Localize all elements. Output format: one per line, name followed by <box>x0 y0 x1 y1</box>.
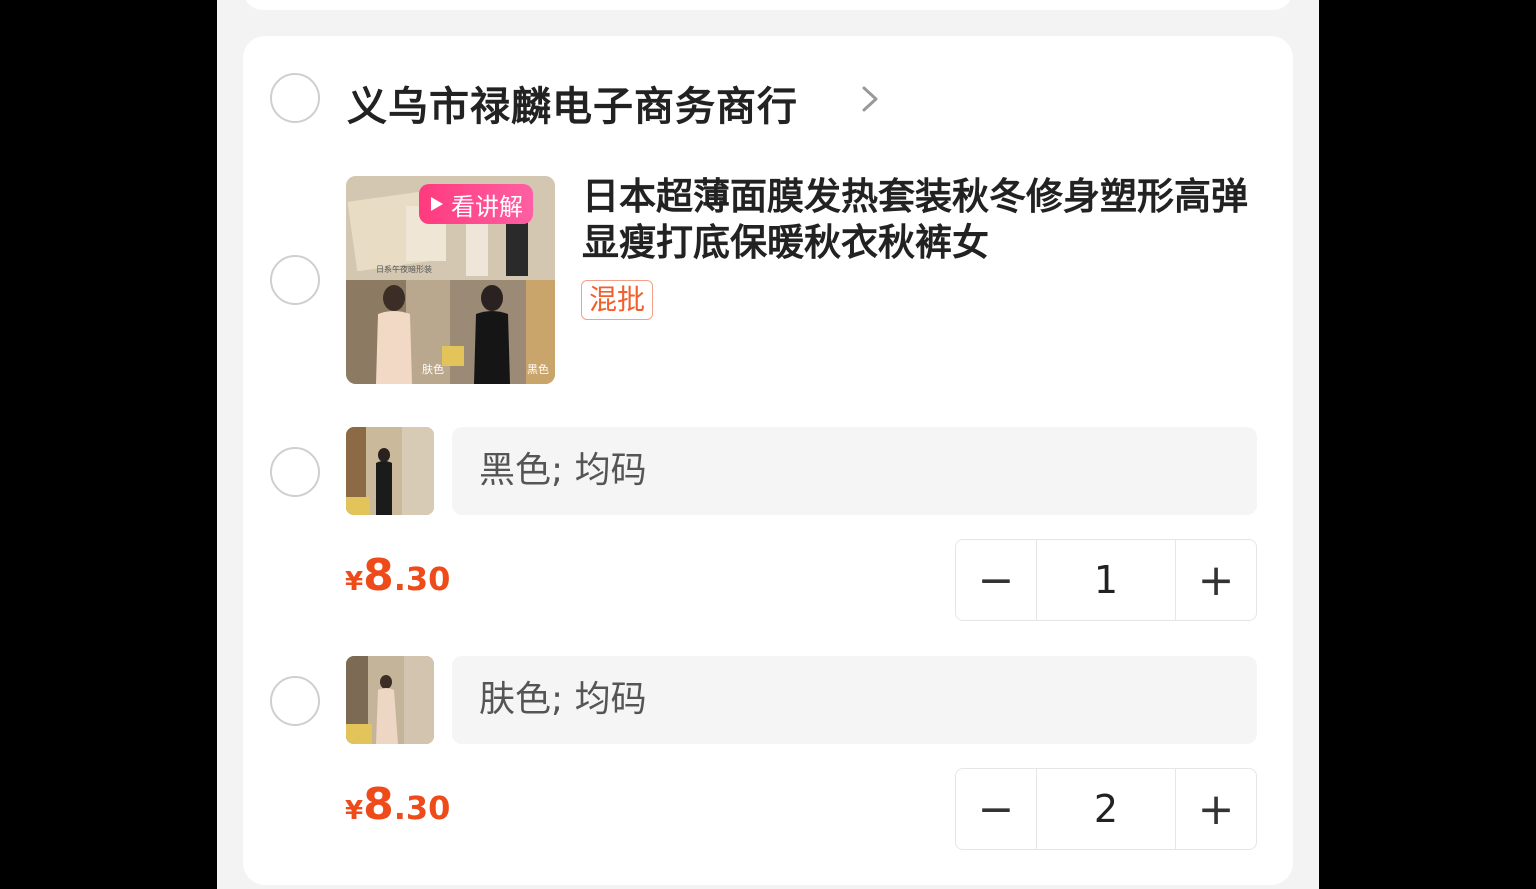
sku-thumbnail[interactable] <box>346 656 434 744</box>
decrease-button[interactable]: − <box>956 769 1036 849</box>
sku-select-radio[interactable] <box>270 447 320 497</box>
sku-spec-selector[interactable]: 黑色; 均码 <box>452 427 1257 515</box>
shop-name[interactable]: 义乌市禄麟电子商务商行 <box>347 74 798 132</box>
mixed-batch-tag: 混批 <box>581 280 654 320</box>
sku-select-radio[interactable] <box>270 676 320 726</box>
price-decimal: .30 <box>393 789 451 827</box>
product-title[interactable]: 日本超薄面膜发热套装秋冬修身塑形高弹显瘦打底保暖秋衣秋裤女 <box>582 174 1262 266</box>
video-explain-badge[interactable]: 看讲解 <box>419 184 533 224</box>
sku-spec-selector[interactable]: 肤色; 均码 <box>452 656 1257 744</box>
price-integer: 8 <box>363 550 394 601</box>
decrease-button[interactable]: − <box>956 540 1036 620</box>
quantity-input[interactable]: 2 <box>1036 769 1176 849</box>
image-label-nude: 肤色 <box>422 362 444 376</box>
increase-button[interactable]: + <box>1176 540 1256 620</box>
price-currency: ¥ <box>345 567 364 597</box>
phone-screen: 义乌市禄麟电子商务商行 日系午夜暗形装 肤色 黑色 看讲解 日本超薄面膜发热套装… <box>217 0 1319 889</box>
sku-price: ¥8.30 <box>345 779 450 830</box>
price-integer: 8 <box>363 779 394 830</box>
image-caption: 日系午夜暗形装 <box>376 264 432 274</box>
shop-card: 义乌市禄麟电子商务商行 日系午夜暗形装 肤色 黑色 看讲解 日本超薄面膜发热套装… <box>243 36 1293 885</box>
increase-button[interactable]: + <box>1176 769 1256 849</box>
sku-thumbnail[interactable] <box>346 427 434 515</box>
image-label-black: 黑色 <box>527 362 549 376</box>
sku-black-photo <box>346 427 434 515</box>
sku-price: ¥8.30 <box>345 550 450 601</box>
shop-select-radio[interactable] <box>270 73 320 123</box>
video-badge-label: 看讲解 <box>451 192 523 221</box>
price-decimal: .30 <box>393 560 451 598</box>
quantity-stepper: − 1 + <box>955 539 1257 621</box>
product-image[interactable]: 日系午夜暗形装 肤色 黑色 看讲解 <box>346 176 555 384</box>
previous-shop-card <box>243 0 1293 10</box>
product-select-radio[interactable] <box>270 255 320 305</box>
sku-nude-photo <box>346 656 434 744</box>
quantity-input[interactable]: 1 <box>1036 540 1176 620</box>
play-icon <box>431 197 443 211</box>
price-currency: ¥ <box>345 796 364 826</box>
quantity-stepper: − 2 + <box>955 768 1257 850</box>
chevron-right-icon[interactable] <box>855 84 885 114</box>
